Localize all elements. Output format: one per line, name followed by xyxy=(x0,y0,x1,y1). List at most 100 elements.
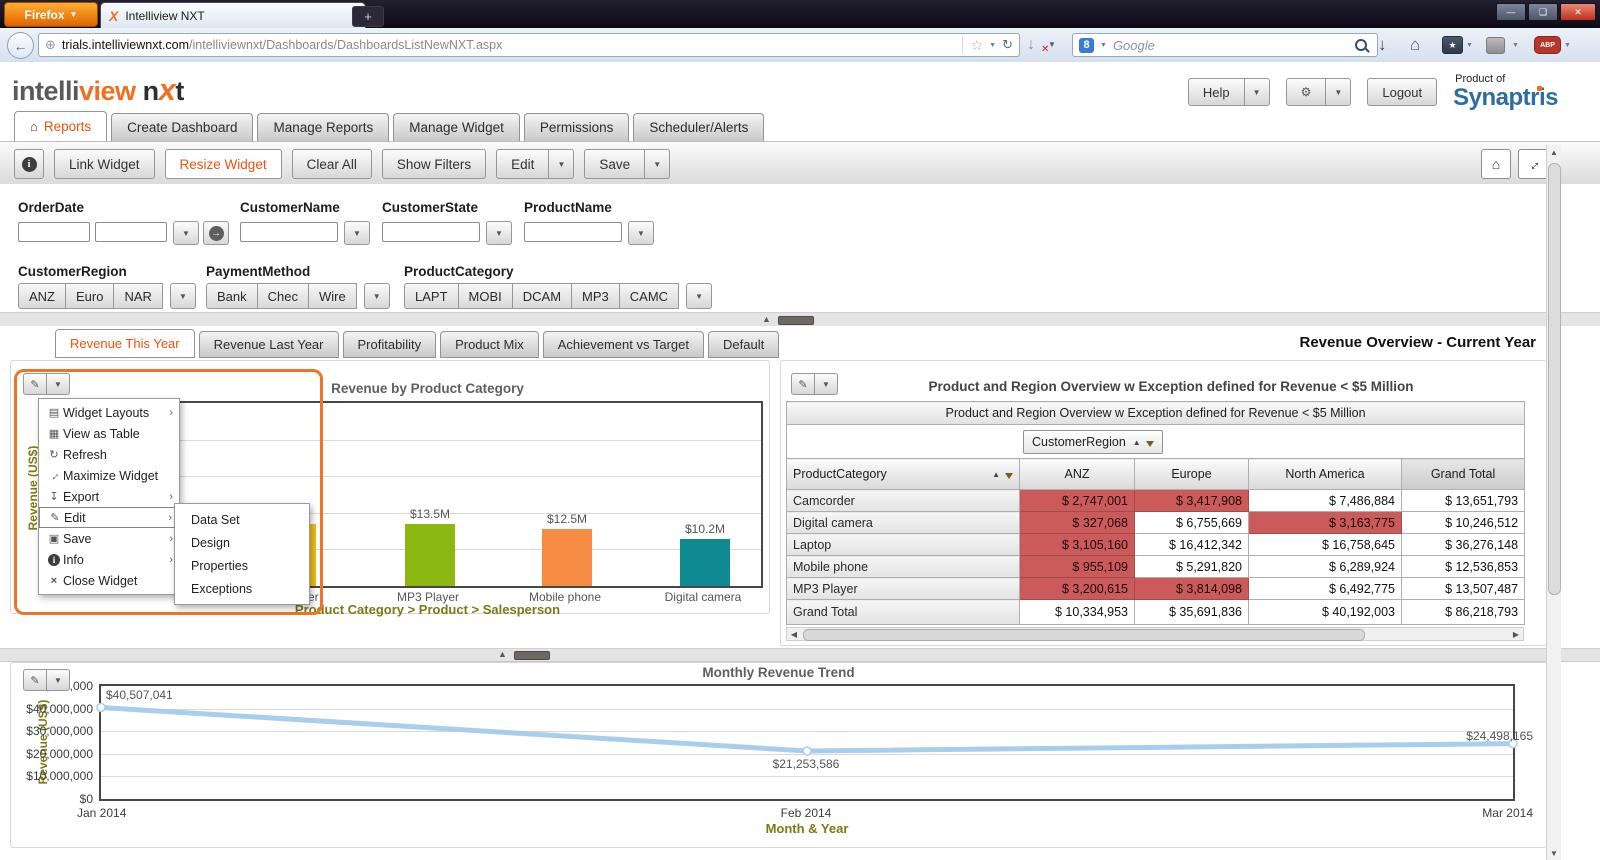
url-bar[interactable]: ⊕ trials.intelliviewnxt.com/intelliviewn… xyxy=(38,33,1020,57)
menu-item-close-widget[interactable]: ×Close Widget xyxy=(39,570,179,591)
category-option-camc[interactable]: CAMC xyxy=(619,283,679,309)
save-dropdown-button[interactable]: ▼ xyxy=(645,149,670,179)
dashtab-revenue-this-year[interactable]: Revenue This Year xyxy=(55,329,195,358)
tab-create-dashboard[interactable]: Create Dashboard xyxy=(111,113,253,141)
collapse-up-icon[interactable]: ▲ xyxy=(762,314,771,324)
dashtab-product-mix[interactable]: Product Mix xyxy=(440,331,539,358)
adblock-icon[interactable]: ABP xyxy=(1534,34,1561,56)
menu-item-view-as-table[interactable]: ▦View as Table xyxy=(39,423,179,444)
submenu-item-data-set[interactable]: Data Set xyxy=(175,508,309,531)
customer-state-dropdown-button[interactable]: ▼ xyxy=(486,221,512,245)
downloads-icon[interactable]: ↓ xyxy=(1378,34,1387,56)
window-maximize-button[interactable]: ❑ xyxy=(1528,3,1558,21)
scrollbar-thumb[interactable] xyxy=(803,629,1365,641)
download-button[interactable]: ↓✕ xyxy=(1016,34,1046,56)
window-minimize-button[interactable]: — xyxy=(1496,3,1526,21)
resize-widget-button[interactable]: Resize Widget xyxy=(165,149,282,179)
trend-point[interactable] xyxy=(97,704,105,712)
logout-button[interactable]: Logout xyxy=(1367,78,1437,106)
menu-item-info[interactable]: iInfo› xyxy=(39,549,179,570)
submenu-item-design[interactable]: Design xyxy=(175,531,309,554)
order-date-to-input[interactable] xyxy=(95,222,167,242)
info-button[interactable]: i xyxy=(14,149,44,179)
pivot-col-header[interactable]: North America xyxy=(1249,459,1402,490)
firefox-menu-button[interactable]: Firefox ▼ xyxy=(4,2,98,27)
customer-name-input[interactable] xyxy=(240,222,338,242)
tab-scheduler-alerts[interactable]: Scheduler/Alerts xyxy=(633,113,764,141)
tab-reports[interactable]: ⌂Reports xyxy=(14,111,107,141)
payment-method-dropdown-button[interactable]: ▼ xyxy=(364,283,390,309)
chevron-down-icon[interactable]: ▼ xyxy=(1048,40,1056,49)
customer-region-dropdown-button[interactable]: ▼ xyxy=(170,283,196,309)
fullscreen-button[interactable]: ↔ xyxy=(1518,149,1548,179)
chevron-down-icon[interactable]: ▼ xyxy=(1100,42,1107,49)
scroll-left-icon[interactable]: ◀ xyxy=(787,628,801,640)
bookmark-star-icon[interactable]: ☆ xyxy=(971,37,984,54)
menu-item-export[interactable]: ↧Export› xyxy=(39,486,179,507)
region-option-euro[interactable]: Euro xyxy=(65,283,114,309)
submenu-item-properties[interactable]: Properties xyxy=(175,554,309,577)
pivot-col-header[interactable]: Europe xyxy=(1135,459,1249,490)
category-option-dcam[interactable]: DCAM xyxy=(512,283,572,309)
order-date-dropdown-button[interactable]: ▼ xyxy=(173,221,199,245)
menu-item-widget-layouts[interactable]: ▤Widget Layouts› xyxy=(39,402,179,423)
widget-edit-button[interactable]: ✎ xyxy=(791,373,815,395)
addon-icon[interactable] xyxy=(1486,34,1505,56)
category-option-mobi[interactable]: MOBI xyxy=(458,283,513,309)
link-widget-button[interactable]: Link Widget xyxy=(54,149,155,179)
settings-dropdown-button[interactable]: ▼ xyxy=(1326,78,1351,106)
apply-filter-button[interactable]: → xyxy=(203,221,229,245)
widget-menu-dropdown-button[interactable]: ▼ xyxy=(47,669,70,691)
collapse-up-icon[interactable]: ▲ xyxy=(498,649,507,659)
home-icon[interactable]: ⌂ xyxy=(1410,34,1420,56)
dashtab-profitability[interactable]: Profitability xyxy=(343,331,437,358)
widget-menu-dropdown-button[interactable]: ▼ xyxy=(815,373,838,395)
tab-manage-widget[interactable]: Manage Widget xyxy=(393,113,520,141)
category-option-mp3[interactable]: MP3 xyxy=(571,283,620,309)
pivot-row-field-header[interactable]: ProductCategory▲ xyxy=(787,459,1020,490)
product-name-input[interactable] xyxy=(524,222,622,242)
search-input[interactable]: 8 ▼ Google xyxy=(1072,33,1378,57)
clear-all-button[interactable]: Clear All xyxy=(292,149,372,179)
product-name-dropdown-button[interactable]: ▼ xyxy=(628,221,654,245)
widget-edit-button[interactable]: ✎ xyxy=(23,669,47,691)
filter-funnel-icon[interactable] xyxy=(1146,441,1154,447)
tab-manage-reports[interactable]: Manage Reports xyxy=(257,113,389,141)
show-filters-button[interactable]: Show Filters xyxy=(382,149,486,179)
edit-dropdown-button[interactable]: ▼ xyxy=(549,149,574,179)
help-dropdown-button[interactable]: ▼ xyxy=(1245,78,1270,106)
chart-bar-mp3-player[interactable]: $13.5M xyxy=(405,524,455,586)
chart-bar-mobile-phone[interactable]: $12.5M xyxy=(542,529,592,586)
chevron-down-icon[interactable]: ▼ xyxy=(989,42,996,49)
splitter-grip[interactable] xyxy=(514,651,550,660)
reload-icon[interactable]: ↻ xyxy=(1002,37,1013,53)
payment-option-bank[interactable]: Bank xyxy=(206,283,258,309)
product-category-dropdown-button[interactable]: ▼ xyxy=(686,283,712,309)
menu-item-edit[interactable]: ✎Edit› xyxy=(39,507,179,528)
region-option-anz[interactable]: ANZ xyxy=(18,283,66,309)
menu-item-refresh[interactable]: ↻Refresh xyxy=(39,444,179,465)
menu-item-save[interactable]: ▣Save› xyxy=(39,528,179,549)
payment-option-wire[interactable]: Wire xyxy=(308,283,357,309)
filter-funnel-icon[interactable] xyxy=(1005,473,1013,479)
scrollbar-thumb[interactable] xyxy=(1548,163,1561,595)
chevron-down-icon[interactable]: ▼ xyxy=(1564,34,1571,56)
category-option-lapt[interactable]: LAPT xyxy=(404,283,459,309)
menu-item-maximize-widget[interactable]: ↔Maximize Widget xyxy=(39,465,179,486)
widgets-splitter[interactable]: ▲ xyxy=(0,648,1600,662)
dashtab-achievement-vs-target[interactable]: Achievement vs Target xyxy=(543,331,704,358)
bookmarks-panel-icon[interactable]: ★ xyxy=(1442,34,1463,56)
pivot-horizontal-scrollbar[interactable]: ◀ ▶ xyxy=(786,627,1524,641)
settings-gear-button[interactable]: ⚙ xyxy=(1286,78,1327,106)
help-button[interactable]: Help xyxy=(1188,78,1245,106)
page-vertical-scrollbar[interactable]: ▲ ▼ xyxy=(1546,145,1561,860)
search-magnifier-icon[interactable] xyxy=(1355,39,1367,51)
region-option-nar[interactable]: NAR xyxy=(113,283,162,309)
submenu-item-exceptions[interactable]: Exceptions xyxy=(175,577,309,600)
back-button[interactable]: ← xyxy=(7,32,34,59)
save-button[interactable]: Save xyxy=(584,149,645,179)
scroll-up-icon[interactable]: ▲ xyxy=(1547,145,1561,159)
chevron-down-icon[interactable]: ▼ xyxy=(1466,34,1473,56)
pivot-col-header[interactable]: ANZ xyxy=(1020,459,1135,490)
dashtab-default[interactable]: Default xyxy=(708,331,779,358)
